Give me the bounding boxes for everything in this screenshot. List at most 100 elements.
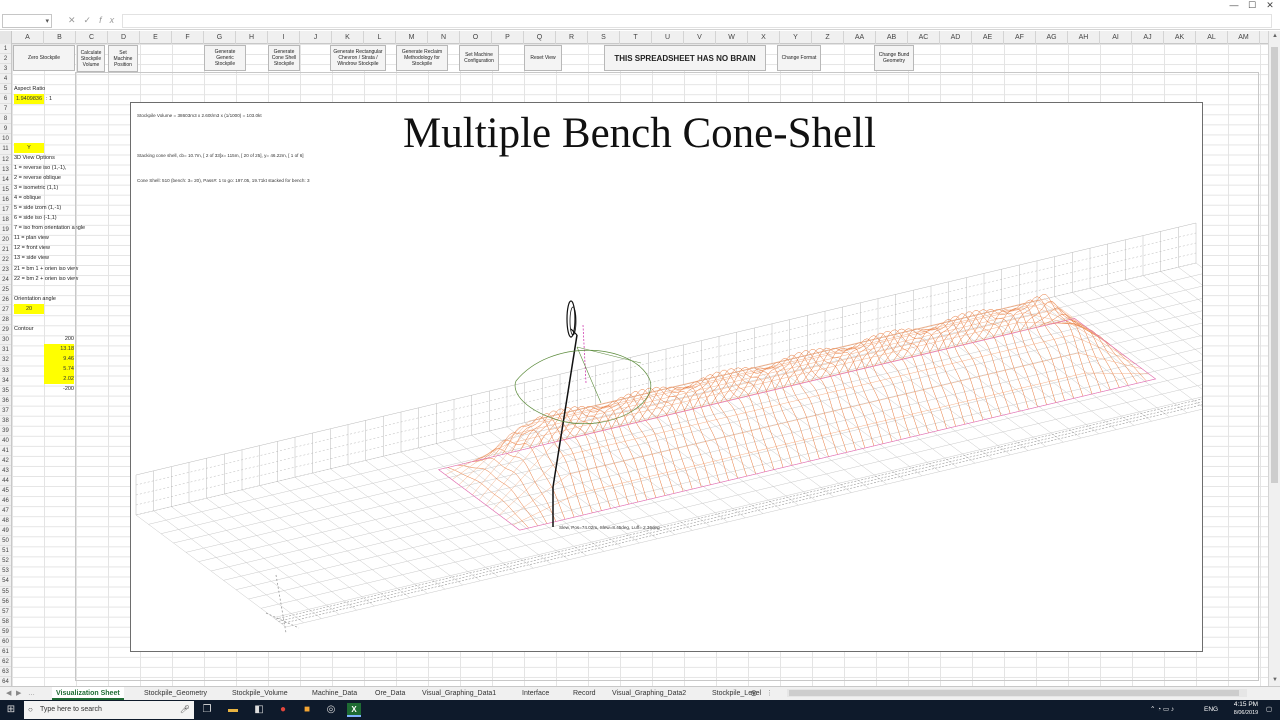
row-header[interactable]: 38 bbox=[0, 416, 11, 426]
row-header[interactable]: 14 bbox=[0, 175, 11, 185]
row-header[interactable]: 64 bbox=[0, 677, 11, 686]
media-icon[interactable]: ■ bbox=[300, 703, 314, 717]
notification-icon[interactable]: ▢ bbox=[1266, 705, 1272, 713]
column-header[interactable]: S bbox=[588, 31, 620, 44]
column-header[interactable]: U bbox=[652, 31, 684, 44]
row-header[interactable]: 2 bbox=[0, 54, 11, 65]
column-header[interactable]: B bbox=[44, 31, 76, 44]
row-header[interactable]: 13 bbox=[0, 165, 11, 175]
row-header[interactable]: 28 bbox=[0, 315, 11, 326]
row-header[interactable]: 45 bbox=[0, 486, 11, 497]
row-header[interactable]: 20 bbox=[0, 235, 11, 245]
row-header[interactable]: 16 bbox=[0, 195, 11, 205]
row-header[interactable]: 30 bbox=[0, 335, 11, 346]
maximize-button[interactable]: ☐ bbox=[1244, 0, 1260, 12]
column-header[interactable]: X bbox=[748, 31, 780, 44]
column-header[interactable]: T bbox=[620, 31, 652, 44]
excel-taskbar-icon[interactable]: X bbox=[347, 703, 361, 717]
row-header[interactable]: 59 bbox=[0, 627, 11, 637]
calculate-volume-button[interactable]: Calculate Stockpile Volume bbox=[77, 45, 105, 72]
sheet-tab[interactable]: Visual_Graphing_Data2 bbox=[612, 687, 686, 700]
row-header[interactable]: 56 bbox=[0, 597, 11, 607]
row-header[interactable]: 47 bbox=[0, 506, 11, 517]
column-header[interactable]: AL bbox=[1196, 31, 1228, 44]
tab-next-icon[interactable]: ▶ bbox=[16, 687, 21, 700]
column-header[interactable]: AJ bbox=[1132, 31, 1164, 44]
taskbar-search[interactable]: ○ Type here to search 🎤︎ bbox=[24, 701, 194, 719]
column-header[interactable]: G bbox=[204, 31, 236, 44]
row-header[interactable]: 1 bbox=[0, 44, 11, 55]
orientation-value[interactable]: 20 bbox=[14, 304, 44, 314]
clock-time[interactable]: 4:15 PM bbox=[1230, 701, 1262, 708]
view-option-value[interactable]: Y bbox=[14, 143, 44, 153]
column-header[interactable]: R bbox=[556, 31, 588, 44]
change-bund-button[interactable]: Change Bund Geometry bbox=[874, 45, 914, 71]
no-brain-button[interactable]: THIS SPREADSHEET HAS NO BRAIN bbox=[604, 45, 766, 71]
row-header[interactable]: 21 bbox=[0, 245, 11, 255]
column-header[interactable]: D bbox=[108, 31, 140, 44]
column-header[interactable]: I bbox=[268, 31, 300, 44]
row-header[interactable]: 36 bbox=[0, 396, 11, 406]
row-header[interactable]: 15 bbox=[0, 185, 11, 195]
sheet-tab[interactable]: Interface bbox=[522, 687, 549, 700]
column-header[interactable]: F bbox=[172, 31, 204, 44]
vertical-scrollbar[interactable]: ▲ ▼ bbox=[1268, 31, 1280, 686]
row-header[interactable]: 5 bbox=[0, 84, 11, 95]
tab-options-icon[interactable]: ⋮ bbox=[766, 687, 773, 700]
column-header[interactable]: J bbox=[300, 31, 332, 44]
column-header[interactable]: AE bbox=[972, 31, 1004, 44]
tab-more-icon[interactable]: … bbox=[28, 687, 35, 700]
chrome-icon[interactable]: ● bbox=[276, 703, 290, 717]
column-header[interactable]: AH bbox=[1068, 31, 1100, 44]
generate-generic-button[interactable]: Generate Generic Stockpile bbox=[204, 45, 246, 71]
set-machine-position-button[interactable]: Set Machine Position bbox=[108, 45, 138, 72]
row-header[interactable]: 17 bbox=[0, 205, 11, 215]
column-header[interactable]: AD bbox=[940, 31, 972, 44]
row-header[interactable]: 31 bbox=[0, 345, 11, 356]
close-button[interactable]: ✕ bbox=[1262, 0, 1278, 12]
row-header[interactable]: 61 bbox=[0, 647, 11, 657]
column-header[interactable]: AI bbox=[1100, 31, 1132, 44]
row-header[interactable]: 50 bbox=[0, 536, 11, 547]
column-header[interactable]: O bbox=[460, 31, 492, 44]
contour-value[interactable]: 13.18 bbox=[44, 344, 74, 354]
contour-value[interactable]: 2.02 bbox=[44, 374, 74, 385]
row-header[interactable]: 8 bbox=[0, 114, 11, 125]
row-header[interactable]: 34 bbox=[0, 376, 11, 386]
set-machine-config-button[interactable]: Set Machine Configuration bbox=[459, 45, 499, 71]
row-header[interactable]: 35 bbox=[0, 386, 11, 396]
row-header[interactable]: 26 bbox=[0, 295, 11, 306]
column-header[interactable]: AK bbox=[1164, 31, 1196, 44]
column-header[interactable]: L bbox=[364, 31, 396, 44]
sheet-tab[interactable]: Ore_Data bbox=[375, 687, 405, 700]
row-header[interactable]: 10 bbox=[0, 134, 11, 145]
row-header[interactable]: 29 bbox=[0, 325, 11, 336]
row-header[interactable]: 62 bbox=[0, 657, 11, 667]
sheet-tab[interactable]: Stockpile_Geometry bbox=[144, 687, 207, 700]
column-header[interactable]: P bbox=[492, 31, 524, 44]
column-header[interactable]: M bbox=[396, 31, 428, 44]
microphone-icon[interactable]: 🎤︎ bbox=[180, 701, 190, 719]
row-header[interactable]: 22 bbox=[0, 255, 11, 266]
row-header[interactable]: 60 bbox=[0, 637, 11, 647]
column-header[interactable]: A bbox=[12, 31, 44, 44]
row-header[interactable]: 41 bbox=[0, 446, 11, 456]
check-icon[interactable]: ✓ bbox=[84, 15, 100, 25]
aspect-ratio-value[interactable]: 1.9409836 bbox=[14, 94, 44, 104]
row-header[interactable]: 57 bbox=[0, 607, 11, 617]
column-header[interactable]: Y bbox=[780, 31, 812, 44]
row-header[interactable]: 6 bbox=[0, 94, 11, 105]
row-header[interactable]: 52 bbox=[0, 556, 11, 567]
row-header[interactable]: 23 bbox=[0, 265, 11, 276]
store-icon[interactable]: ◧ bbox=[252, 703, 266, 717]
sheet-tab[interactable]: Machine_Data bbox=[312, 687, 357, 700]
tab-prev-icon[interactable]: ◀ bbox=[6, 687, 11, 700]
row-header[interactable]: 19 bbox=[0, 225, 11, 235]
row-header[interactable]: 37 bbox=[0, 406, 11, 416]
row-header[interactable]: 55 bbox=[0, 587, 11, 597]
row-header[interactable]: 40 bbox=[0, 436, 11, 446]
reset-view-button[interactable]: Reset View bbox=[524, 45, 562, 71]
contour-value[interactable]: 9.46 bbox=[44, 354, 74, 365]
row-header[interactable]: 63 bbox=[0, 667, 11, 677]
column-header[interactable]: V bbox=[684, 31, 716, 44]
